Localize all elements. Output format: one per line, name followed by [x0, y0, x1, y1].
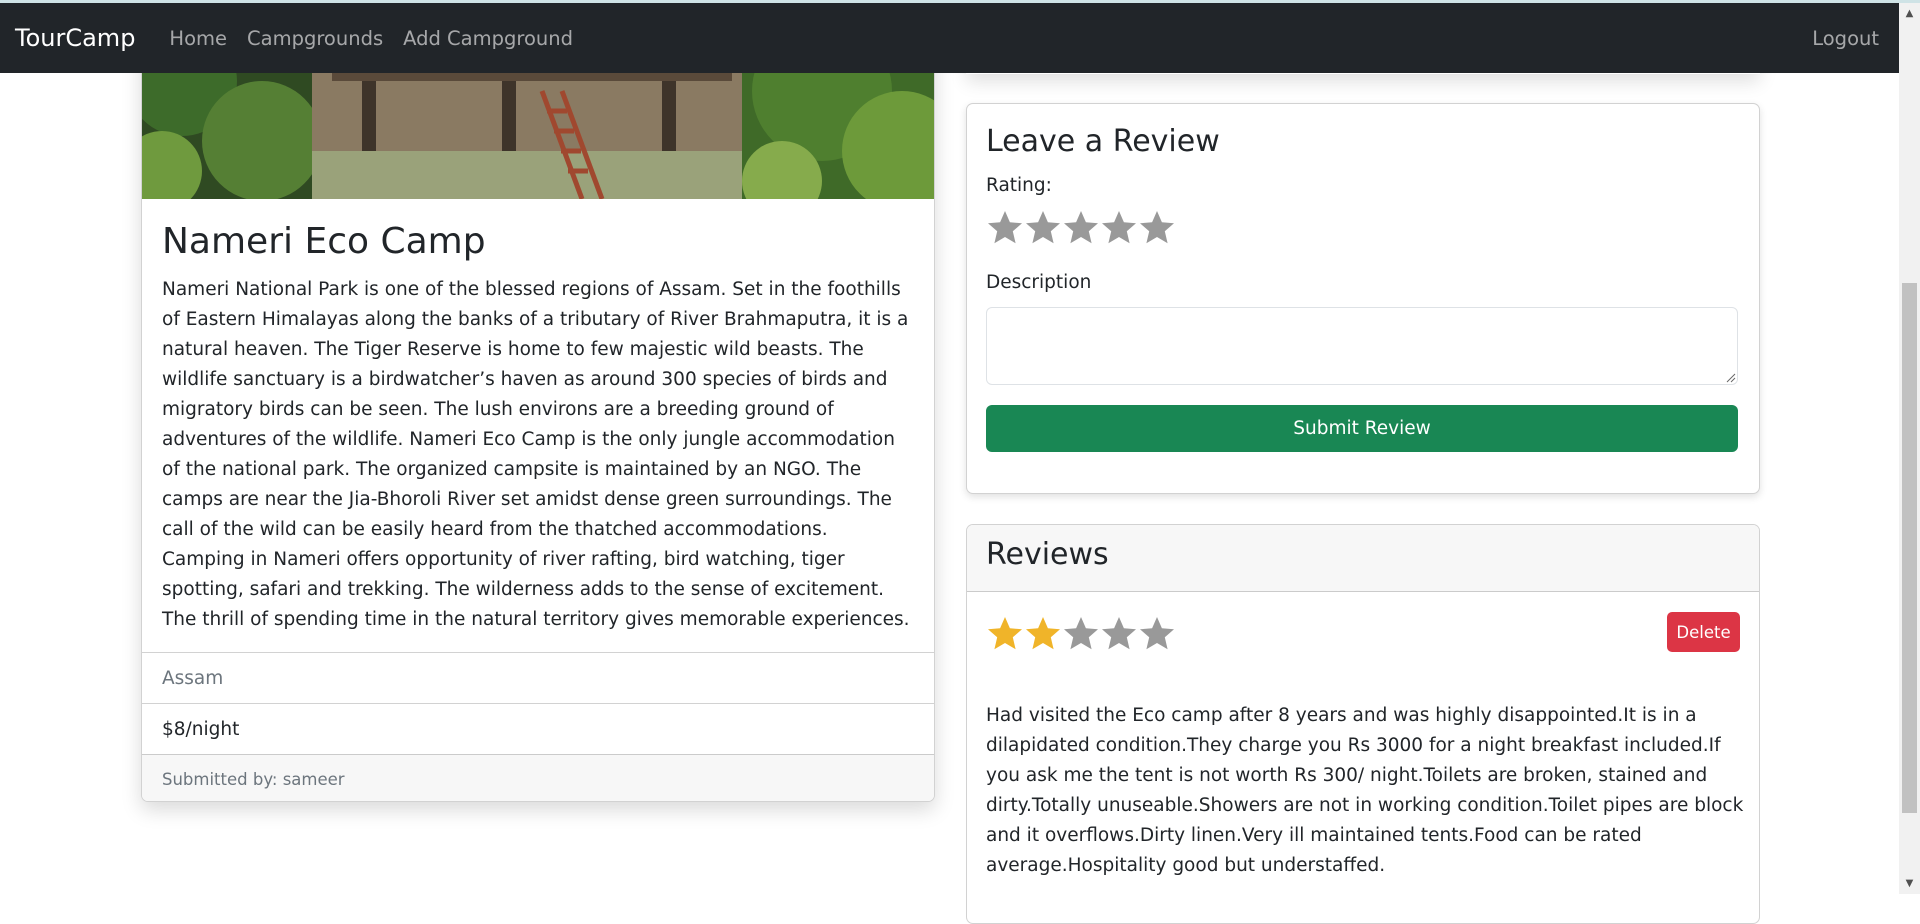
campground-body: Nameri Eco Camp Nameri National Park is …: [162, 221, 914, 635]
submit-review-button[interactable]: Submit Review: [986, 405, 1738, 452]
star-icon[interactable]: [986, 209, 1024, 247]
nav-link-campgrounds[interactable]: Campgrounds: [247, 27, 383, 50]
star-icon[interactable]: [1100, 209, 1138, 247]
star-icon: [1062, 615, 1100, 653]
scrollbar-thumb[interactable]: [1902, 283, 1917, 813]
star-icon[interactable]: [1024, 209, 1062, 247]
star-icon: [986, 615, 1024, 653]
campground-card: Nameri Eco Camp Nameri National Park is …: [141, 30, 935, 802]
reviews-card: Reviews Delete Had visited the Eco camp …: [966, 524, 1760, 924]
scroll-down-arrow-icon[interactable]: ▼: [1899, 873, 1920, 894]
star-icon: [1138, 615, 1176, 653]
star-icon[interactable]: [1062, 209, 1100, 247]
vertical-scrollbar[interactable]: ▲ ▼: [1899, 3, 1920, 894]
delete-review-button[interactable]: Delete: [1667, 612, 1740, 652]
logout-link[interactable]: Logout: [1812, 27, 1879, 50]
star-icon: [1100, 615, 1138, 653]
brand-link[interactable]: TourCamp: [15, 24, 135, 52]
campground-title: Nameri Eco Camp: [162, 221, 486, 262]
description-textarea[interactable]: [986, 307, 1738, 385]
review-form-title: Leave a Review: [986, 124, 1220, 159]
star-icon[interactable]: [1138, 209, 1176, 247]
campground-location: Assam: [142, 652, 934, 703]
star-icon: [1024, 615, 1062, 653]
review-body: Had visited the Eco camp after 8 years a…: [986, 705, 1744, 876]
campground-description: Nameri National Park is one of the bless…: [162, 279, 910, 630]
nav-link-home[interactable]: Home: [169, 27, 227, 50]
review-rating-stars: [986, 615, 1176, 653]
campground-submitted-by: Submitted by: sameer: [142, 754, 934, 801]
reviews-title: Reviews: [986, 537, 1109, 572]
rating-label: Rating:: [986, 175, 1052, 196]
review-form-card: Leave a Review Rating: Description Submi…: [966, 103, 1760, 494]
nav-link-add-campground[interactable]: Add Campground: [403, 27, 573, 50]
scroll-up-arrow-icon[interactable]: ▲: [1899, 3, 1920, 24]
campground-price: $8/night: [142, 703, 934, 754]
rating-star-input[interactable]: [986, 209, 1176, 247]
resize-grip-icon[interactable]: [1724, 371, 1736, 383]
description-label: Description: [986, 272, 1092, 293]
navbar: TourCamp Home Campgrounds Add Campground…: [0, 3, 1899, 73]
reviews-header: Reviews: [967, 525, 1759, 592]
